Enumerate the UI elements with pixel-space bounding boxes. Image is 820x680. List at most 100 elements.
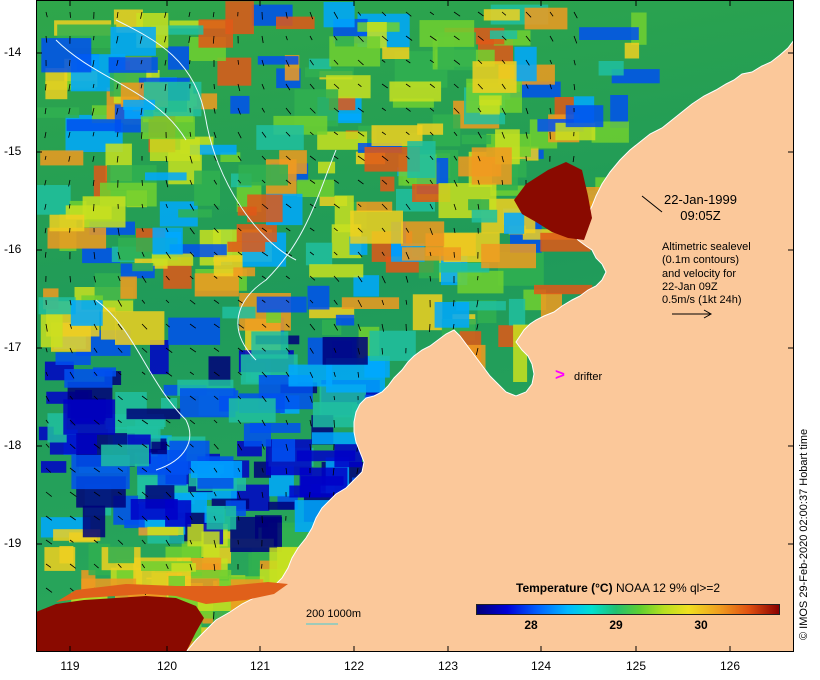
sst-patch [145,172,187,181]
sst-patch [151,441,167,455]
sst-patch [353,275,380,297]
lon-label: 123 [437,659,459,673]
legend-title-text: Temperature (°C) [516,581,613,595]
sst-patch [82,196,126,228]
velocity-vector [93,35,95,41]
sst-patch [165,500,192,527]
altimetry-note: Altimetric sealevel (0.1m contours) and … [662,241,751,307]
sst-patch [508,298,526,326]
sst-patch [247,194,283,223]
sst-patch [335,36,355,47]
sst-patch [201,531,220,558]
altimetry-note-line: Altimetric sealevel [662,241,751,253]
sst-patch [41,38,92,73]
sst-patch [41,461,67,473]
sst-patch [171,563,196,572]
sst-patch [579,27,639,40]
velocity-vector [189,59,191,65]
legend-title: Temperature (°C) NOAA 12 9% ql>=2 [516,582,720,595]
credit-text: © IMOS 29-Feb-2020 02:00:37 Hobart time [798,428,810,640]
sst-patch [256,125,304,150]
sst-patch [251,331,289,359]
sst-patch [524,7,568,30]
sst-patch [271,439,296,462]
sst-patch [434,302,470,328]
sst-patch [66,119,122,132]
sst-patch [194,273,239,297]
sst-patch [124,519,145,529]
sst-patch [389,81,442,102]
sst-patch [70,300,103,326]
velocity-vector [309,491,311,498]
sst-patch [243,423,271,447]
sst-patch [296,450,356,462]
altimetry-note-line: and velocity for [662,267,736,280]
sst-patch [140,116,195,140]
velocity-vector [453,251,455,258]
velocity-vector [477,275,479,281]
lon-label: 119 [60,659,80,673]
velocity-vector [213,83,215,90]
sst-patch [624,42,640,59]
sst-patch [126,408,181,420]
sst-patch [504,212,525,234]
sst-patch [180,388,236,418]
sst-patch [479,95,502,106]
sst-patch [297,179,335,197]
lon-label: 126 [719,659,741,673]
sst-patch [217,57,252,86]
warm-patch-south [36,596,204,652]
sst-map-canvas [36,0,794,652]
sst-patch [38,297,76,315]
sst-patch [45,68,68,100]
sst-patch [407,141,436,178]
altimetry-note-line: 22-Jan 09Z [662,280,718,293]
velocity-vector [69,11,71,18]
sst-patch [309,264,364,278]
sst-patch [472,61,517,93]
drifter-label: drifter [574,371,603,383]
sst-patch [419,20,475,47]
sst-patch [514,46,537,82]
drifter-marker-icon[interactable]: > [555,366,565,383]
sst-patch [191,569,232,579]
sst-patch [312,402,357,428]
sst-patch [288,364,333,387]
sst-patch [230,516,282,552]
velocity-vector [333,419,335,428]
lat-label: -14 [4,45,22,59]
sst-patch [63,399,116,435]
sst-patch [307,285,330,310]
sst-patch [150,340,169,375]
altimetry-note-line: 0.5m/s (1kt 24h) [662,294,742,307]
sst-patch [565,105,604,128]
sst-patch [471,147,512,185]
depth-scale-label: 200 1000m [306,608,362,620]
sst-patch [198,19,233,48]
sst-patch [380,176,395,192]
velocity-vector [93,203,95,212]
sst-patch [238,164,288,186]
sst-patch [230,95,250,114]
sst-patch [341,297,400,309]
sst-patch [227,241,266,252]
sst-patch [206,505,237,530]
sst-patch [598,61,624,76]
sst-patch [151,253,194,266]
sst-map[interactable] [36,0,794,652]
velocity-vector [45,83,47,91]
sst-patch [401,221,445,247]
sst-patch [194,170,220,206]
sst-patch [40,314,63,348]
sst-patch [108,546,135,564]
sst-patch [82,505,106,538]
sst-patch [382,47,410,59]
sst-patch [257,56,299,65]
sst-patch [55,352,91,365]
sst-patch [305,242,333,266]
lon-label: 120 [156,659,178,673]
altimetry-note-line: (0.1m contours) [662,254,740,267]
legend-subtitle: NOAA 12 9% ql>=2 [615,581,721,595]
sst-patch [483,9,520,21]
sst-patch [168,46,189,70]
